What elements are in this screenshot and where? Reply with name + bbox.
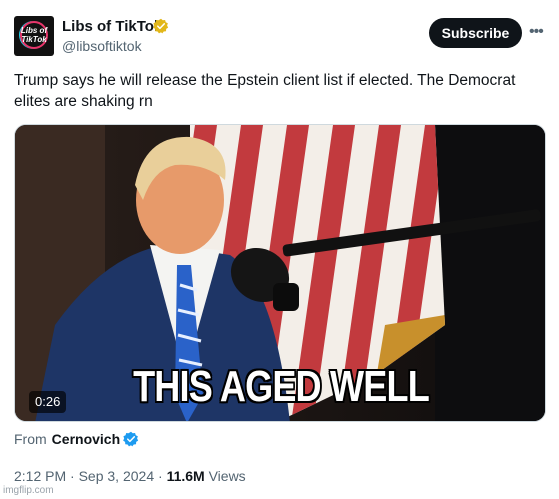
video-duration: 0:26 [29, 391, 67, 413]
post-date[interactable]: Sep 3, 2024 [79, 468, 155, 484]
source-prefix: From [14, 431, 47, 447]
verified-badge-icon [123, 431, 139, 447]
views-label: Views [208, 468, 246, 484]
handle[interactable]: @libsoftiktok [62, 38, 142, 54]
tweet-card: Libs of TikTok Libs of TikTok @libsoftik… [0, 0, 559, 499]
watermark: imgflip.com [3, 485, 54, 496]
meta-separator: · [70, 468, 75, 484]
avatar[interactable]: Libs of TikTok [14, 16, 54, 56]
display-name[interactable]: Libs of TikTok [62, 18, 162, 35]
more-options-icon[interactable]: ••• [529, 24, 544, 40]
meta-separator: · [158, 468, 163, 484]
views-count: 11.6M [166, 468, 205, 484]
source-name-link[interactable]: Cernovich [52, 431, 120, 447]
tweet-meta: 2:12 PM · Sep 3, 2024 · 11.6M Views [14, 468, 246, 484]
subscribe-button[interactable]: Subscribe [429, 18, 522, 48]
avatar-text: Libs of TikTok [20, 26, 48, 44]
meme-caption: THIS AGED WELL [133, 362, 430, 411]
post-time[interactable]: 2:12 PM [14, 468, 66, 484]
tweet-text: Trump says he will release the Epstein c… [14, 72, 516, 110]
source-attribution: From Cernovich [14, 431, 139, 447]
video-player[interactable]: THIS AGED WELL 0:26 [14, 124, 546, 422]
verified-badge-icon [153, 18, 169, 34]
